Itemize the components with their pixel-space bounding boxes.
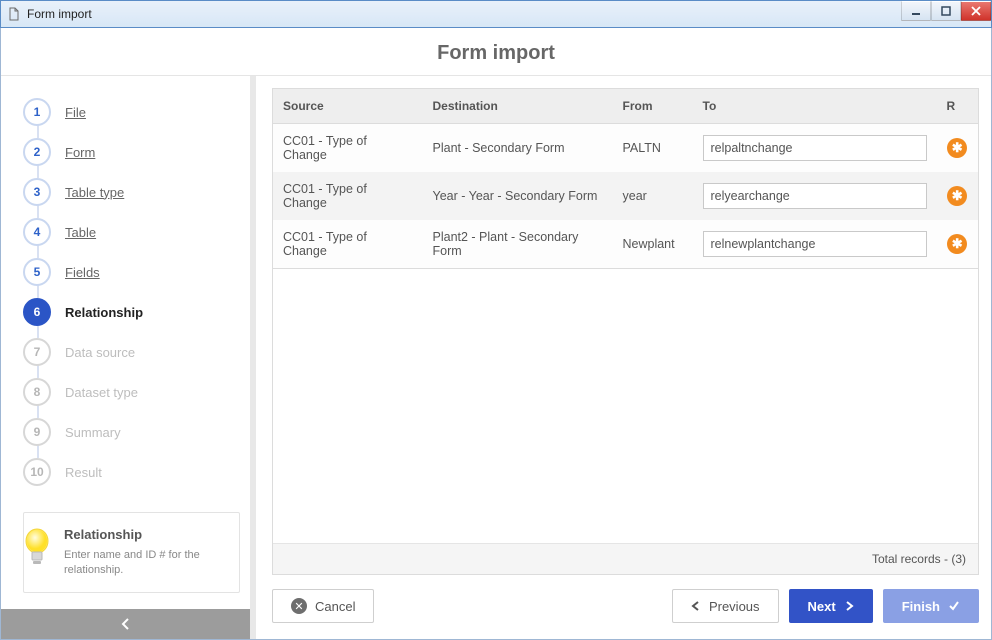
relationship-table: Source Destination From To R CC01 - Type…: [272, 88, 979, 269]
to-input[interactable]: [703, 183, 927, 209]
step-label: Dataset type: [65, 385, 138, 400]
cell-to: [693, 172, 937, 220]
col-destination[interactable]: Destination: [423, 89, 613, 124]
step-label: Summary: [65, 425, 121, 440]
required-icon: ✱: [947, 138, 967, 158]
chevron-left-icon: [120, 618, 132, 630]
to-input[interactable]: [703, 135, 927, 161]
wizard-step-file[interactable]: 1 File: [23, 92, 240, 132]
next-button[interactable]: Next: [789, 589, 873, 623]
cancel-button[interactable]: ✕ Cancel: [272, 589, 374, 623]
cell-required: ✱: [937, 172, 979, 220]
wizard-step-summary: 9 Summary: [23, 412, 240, 452]
cell-destination: Year - Year - Secondary Form: [423, 172, 613, 220]
finish-button[interactable]: Finish: [883, 589, 979, 623]
wizard-step-result: 10 Result: [23, 452, 240, 492]
cell-to: [693, 220, 937, 269]
records-footer: Total records - (3): [273, 543, 978, 574]
page-title: Form import: [1, 28, 991, 76]
chevron-right-icon: [844, 601, 854, 611]
col-required[interactable]: R: [937, 89, 979, 124]
chevron-left-icon: [691, 601, 701, 611]
wizard-step-relationship[interactable]: 6 Relationship: [23, 292, 240, 332]
step-number: 6: [23, 298, 51, 326]
wizard-step-form[interactable]: 2 Form: [23, 132, 240, 172]
step-label: File: [65, 105, 86, 120]
step-label: Result: [65, 465, 102, 480]
step-number: 2: [23, 138, 51, 166]
step-label: Fields: [65, 265, 100, 280]
cell-destination: Plant - Secondary Form: [423, 124, 613, 173]
to-input[interactable]: [703, 231, 927, 257]
table-row[interactable]: CC01 - Type of ChangePlant2 - Plant - Se…: [273, 220, 979, 269]
cell-source: CC01 - Type of Change: [273, 124, 423, 173]
step-number: 1: [23, 98, 51, 126]
window-titlebar: Form import: [0, 0, 992, 28]
cell-destination: Plant2 - Plant - Secondary Form: [423, 220, 613, 269]
lightbulb-icon: [20, 527, 54, 571]
cell-source: CC01 - Type of Change: [273, 220, 423, 269]
help-card: Relationship Enter name and ID # for the…: [23, 512, 240, 593]
wizard-step-fields[interactable]: 5 Fields: [23, 252, 240, 292]
step-label: Form: [65, 145, 95, 160]
help-title: Relationship: [64, 527, 227, 542]
wizard-step-dataset-type: 8 Dataset type: [23, 372, 240, 412]
table-row[interactable]: CC01 - Type of ChangeYear - Year - Secon…: [273, 172, 979, 220]
sidebar-collapse-button[interactable]: [1, 609, 250, 639]
previous-button[interactable]: Previous: [672, 589, 779, 623]
cell-required: ✱: [937, 220, 979, 269]
main-panel: Source Destination From To R CC01 - Type…: [256, 76, 991, 639]
wizard-step-data-source: 7 Data source: [23, 332, 240, 372]
step-label: Relationship: [65, 305, 143, 320]
window-close-button[interactable]: [961, 1, 991, 21]
col-to[interactable]: To: [693, 89, 937, 124]
cancel-icon: ✕: [291, 598, 307, 614]
wizard-step-table-type[interactable]: 3 Table type: [23, 172, 240, 212]
step-label: Table type: [65, 185, 124, 200]
cell-required: ✱: [937, 124, 979, 173]
help-body: Enter name and ID # for the relationship…: [64, 548, 227, 578]
cell-source: CC01 - Type of Change: [273, 172, 423, 220]
step-number: 7: [23, 338, 51, 366]
step-number: 5: [23, 258, 51, 286]
document-icon: [7, 7, 21, 21]
step-number: 10: [23, 458, 51, 486]
table-row[interactable]: CC01 - Type of ChangePlant - Secondary F…: [273, 124, 979, 173]
window-title: Form import: [27, 7, 92, 21]
step-number: 3: [23, 178, 51, 206]
wizard-step-table[interactable]: 4 Table: [23, 212, 240, 252]
step-label: Data source: [65, 345, 135, 360]
required-icon: ✱: [947, 234, 967, 254]
col-source[interactable]: Source: [273, 89, 423, 124]
cell-from: PALTN: [613, 124, 693, 173]
step-number: 4: [23, 218, 51, 246]
col-from[interactable]: From: [613, 89, 693, 124]
required-icon: ✱: [947, 186, 967, 206]
cell-from: year: [613, 172, 693, 220]
cell-from: Newplant: [613, 220, 693, 269]
wizard-sidebar: 1 File 2 Form 3 Table type 4 Table 5 Fields 6 Relat…: [1, 76, 256, 639]
step-number: 8: [23, 378, 51, 406]
window-maximize-button[interactable]: [931, 1, 961, 21]
check-icon: [948, 600, 960, 612]
cell-to: [693, 124, 937, 173]
step-label: Table: [65, 225, 96, 240]
window-minimize-button[interactable]: [901, 1, 931, 21]
step-number: 9: [23, 418, 51, 446]
